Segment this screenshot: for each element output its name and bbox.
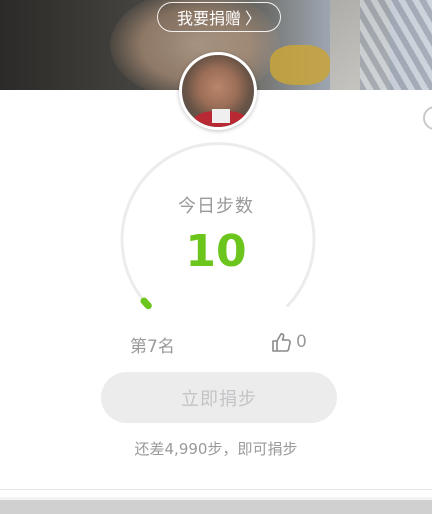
thumbs-up-icon bbox=[272, 333, 291, 352]
donate-button-label: 我要捐赠 bbox=[176, 9, 241, 28]
footer-bar bbox=[0, 500, 432, 514]
remaining-steps-hint: 还差4,990步，即可捐步 bbox=[134, 440, 298, 458]
donate-steps-button[interactable]: 立即捐步 bbox=[101, 372, 337, 423]
gauge-track bbox=[120, 142, 316, 308]
chevron-right-icon: 〉 bbox=[245, 9, 262, 28]
rank-text: 第7名 bbox=[130, 337, 175, 357]
likes[interactable]: 0 bbox=[270, 331, 307, 353]
likes-count: 0 bbox=[296, 332, 307, 352]
steps-label: 今日步数 bbox=[178, 196, 254, 217]
steps-count: 10 bbox=[185, 226, 247, 277]
avatar[interactable] bbox=[179, 52, 257, 130]
gauge-progress bbox=[140, 297, 152, 310]
donate-button[interactable]: 我要捐赠 〉 bbox=[157, 2, 281, 32]
divider bbox=[0, 489, 432, 490]
